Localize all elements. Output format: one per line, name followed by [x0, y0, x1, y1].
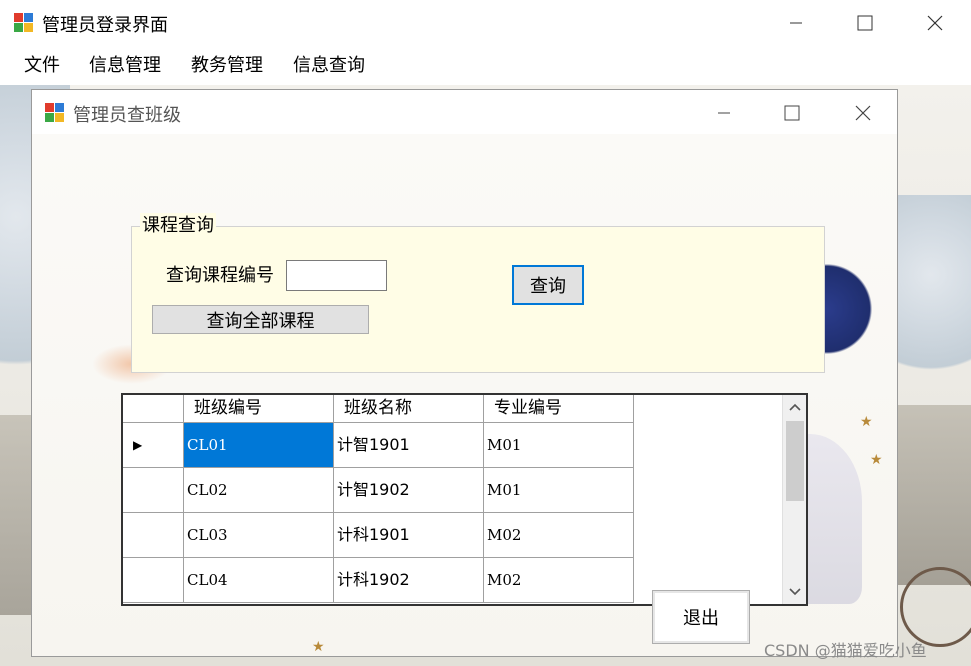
column-header-class-id[interactable]: 班级编号	[184, 395, 334, 423]
watermark-text: CSDN @猫猫爱吃小鱼	[764, 641, 927, 660]
menu-item-academic-management[interactable]: 教务管理	[189, 47, 265, 85]
course-query-groupbox: 课程查询 查询课程编号 查询 查询全部课程	[131, 213, 825, 373]
grid-cell[interactable]: M01	[484, 468, 634, 513]
close-icon	[855, 105, 871, 121]
background-star-icon: ★	[860, 414, 873, 430]
grid-cell[interactable]: M01	[484, 423, 634, 468]
maximize-button[interactable]	[842, 0, 888, 46]
inner-maximize-button[interactable]	[769, 90, 815, 136]
exit-button[interactable]: 退出	[652, 590, 750, 644]
close-icon	[927, 15, 943, 31]
inner-minimize-button[interactable]	[701, 90, 747, 136]
course-id-label: 查询课程编号	[166, 265, 274, 286]
scroll-up-icon[interactable]	[788, 402, 802, 412]
column-header-major-id[interactable]: 专业编号	[484, 395, 634, 423]
grid-cell[interactable]: M02	[484, 558, 634, 603]
minimize-button[interactable]	[773, 0, 819, 46]
query-all-courses-button[interactable]: 查询全部课程	[152, 305, 369, 334]
class-query-window: 管理员查班级 ★ ★ ★ 课程查询 查询课程编号 查询 查询全部课程 班级编号 …	[31, 89, 898, 657]
background-star-icon: ★	[312, 639, 325, 655]
inner-client-area: ★ ★ ★ 课程查询 查询课程编号 查询 查询全部课程 班级编号 班级名称 专业…	[32, 134, 897, 656]
menu-item-info-query[interactable]: 信息查询	[291, 47, 367, 85]
grid-vertical-scrollbar[interactable]	[782, 395, 806, 604]
inner-title-bar: 管理员查班级	[32, 90, 897, 134]
menu-bar: 文件 信息管理 教务管理 信息查询	[0, 47, 971, 85]
menu-item-file[interactable]: 文件	[22, 47, 62, 85]
background-star-icon: ★	[870, 452, 883, 468]
app-icon	[14, 13, 34, 33]
inner-app-icon	[45, 103, 65, 123]
minimize-icon	[718, 112, 730, 114]
maximize-icon	[857, 15, 873, 31]
grid-cell[interactable]: CL03	[184, 513, 334, 558]
grid-cell[interactable]: 计智1901	[334, 423, 484, 468]
grid-cell[interactable]: CL01	[184, 423, 334, 468]
background-bicycle-art	[900, 567, 971, 647]
row-header-current[interactable]: ▶	[123, 423, 184, 468]
grid-cell[interactable]: CL04	[184, 558, 334, 603]
groupbox-title: 课程查询	[140, 213, 216, 239]
menu-item-info-management[interactable]: 信息管理	[87, 47, 163, 85]
outer-window-title: 管理员登录界面	[42, 15, 168, 36]
class-data-grid[interactable]: 班级编号 班级名称 专业编号 ▶ CL01 计智1901 M01 CL02 计智…	[121, 393, 808, 606]
course-id-input[interactable]	[286, 260, 387, 291]
background-house-art-right	[898, 405, 971, 585]
grid-cell[interactable]: 计智1902	[334, 468, 484, 513]
grid-cell[interactable]: 计科1902	[334, 558, 484, 603]
row-header[interactable]	[123, 513, 184, 558]
row-header[interactable]	[123, 558, 184, 603]
inner-window-title: 管理员查班级	[73, 105, 181, 126]
row-header[interactable]	[123, 468, 184, 513]
scrollbar-thumb[interactable]	[786, 421, 804, 501]
query-button[interactable]: 查询	[512, 265, 584, 305]
inner-close-button[interactable]	[840, 90, 886, 136]
column-header-class-name[interactable]: 班级名称	[334, 395, 484, 423]
grid-row-header-corner	[123, 395, 184, 423]
scroll-down-icon[interactable]	[788, 587, 802, 597]
background-tree-art-right	[895, 195, 971, 395]
minimize-icon	[790, 22, 802, 24]
outer-title-bar: 管理员登录界面	[0, 0, 971, 47]
maximize-icon	[784, 105, 800, 121]
grid-cell[interactable]: CL02	[184, 468, 334, 513]
close-button[interactable]	[912, 0, 958, 46]
grid-cell[interactable]: M02	[484, 513, 634, 558]
grid-cell[interactable]: 计科1901	[334, 513, 484, 558]
